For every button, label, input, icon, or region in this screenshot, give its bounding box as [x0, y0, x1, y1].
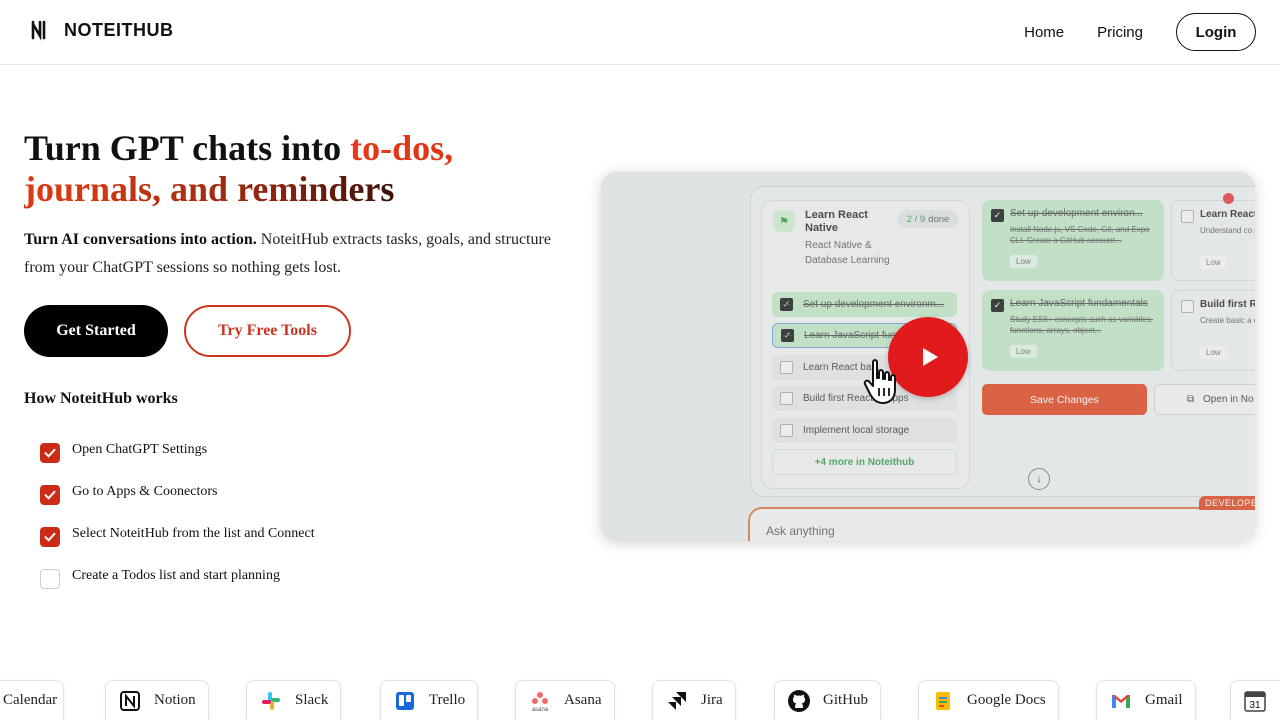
integration-label: Jira — [701, 692, 723, 708]
svg-text:31: 31 — [1249, 700, 1261, 711]
svg-text:asana: asana — [532, 707, 549, 712]
integration-notion[interactable]: Notion — [105, 680, 209, 720]
try-free-tools-button[interactable]: Try Free Tools — [184, 305, 351, 357]
trello-icon — [393, 689, 417, 713]
nav-pricing-link[interactable]: Pricing — [1097, 24, 1143, 41]
jira-icon — [665, 689, 689, 713]
how-it-works-title: How NoteitHub works — [24, 390, 178, 407]
get-started-button[interactable]: Get Started — [24, 305, 168, 357]
integration-label: Trello — [429, 692, 466, 708]
github-icon — [787, 689, 811, 713]
integration-github[interactable]: GitHub — [774, 680, 881, 720]
headline-plain: Turn GPT chats into — [24, 128, 351, 168]
integration-trello[interactable]: Trello — [380, 680, 479, 720]
asana-icon: asana — [528, 689, 552, 713]
brand-name: NOTEITHUB — [64, 19, 174, 40]
step-label: Select NoteitHub from the list and Conne… — [72, 526, 315, 541]
integration-label: Notion — [154, 692, 196, 708]
integration-asana[interactable]: asana Asana — [515, 680, 615, 720]
step-item: Open ChatGPT Settings — [40, 432, 315, 474]
integrations-strip: Calendar Notion Slack Trello asana Asana… — [0, 675, 1280, 720]
login-button[interactable]: Login — [1176, 13, 1256, 51]
integration-label: Gmail — [1145, 692, 1183, 708]
logo[interactable]: NOTEITHUB — [30, 18, 174, 42]
integration-jira[interactable]: Jira — [652, 680, 736, 720]
play-icon — [923, 348, 938, 366]
slack-icon — [259, 689, 283, 713]
notion-icon — [118, 689, 142, 713]
step-label: Create a Todos list and start planning — [72, 568, 280, 583]
integration-label: Calendar — [3, 692, 58, 708]
checkbox-empty-icon[interactable] — [40, 569, 60, 589]
checkbox-checked-icon[interactable] — [40, 485, 60, 505]
integration-calendar[interactable]: Calendar — [0, 680, 64, 720]
integration-label: Slack — [295, 692, 329, 708]
hero-subtitle: Turn AI conversations into action. Notei… — [24, 226, 569, 282]
integration-calendar-next[interactable]: 31 — [1230, 680, 1280, 720]
steps-list: Open ChatGPT Settings Go to Apps & Coone… — [40, 432, 315, 600]
subtitle-bold: Turn AI conversations into action. — [24, 231, 257, 248]
step-item: Select NoteitHub from the list and Conne… — [40, 516, 315, 558]
hand-cursor-icon — [863, 359, 896, 404]
hero-headline: Turn GPT chats into to-dos, journals, an… — [24, 128, 564, 210]
calendar-icon: 31 — [1243, 689, 1267, 713]
step-item: Create a Todos list and start planning — [40, 558, 315, 600]
integration-gmail[interactable]: Gmail — [1096, 680, 1196, 720]
integration-slack[interactable]: Slack — [246, 680, 342, 720]
demo-video-player[interactable]: ⚑ Learn React Native React Native & Data… — [601, 172, 1255, 541]
integration-google-docs[interactable]: Google Docs — [918, 680, 1059, 720]
step-item: Go to Apps & Coonectors — [40, 474, 315, 516]
integration-label: GitHub — [823, 692, 868, 708]
nav-links: Home Pricing Login — [1024, 13, 1256, 51]
nav-home-link[interactable]: Home — [1024, 24, 1064, 41]
top-nav: NOTEITHUB Home Pricing Login — [0, 0, 1280, 65]
integration-label: Google Docs — [967, 692, 1046, 708]
integration-label: Asana — [564, 692, 602, 708]
gmail-icon — [1109, 689, 1133, 713]
step-label: Go to Apps & Coonectors — [72, 484, 218, 499]
checkbox-checked-icon[interactable] — [40, 443, 60, 463]
checkbox-checked-icon[interactable] — [40, 527, 60, 547]
step-label: Open ChatGPT Settings — [72, 442, 208, 457]
google-docs-icon — [931, 689, 955, 713]
logo-icon — [31, 20, 46, 41]
